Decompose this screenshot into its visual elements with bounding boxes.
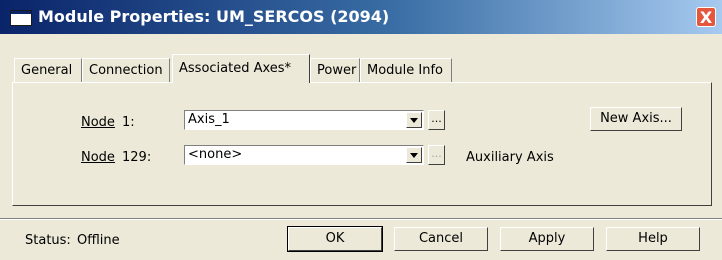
node-129-number: 129: — [122, 150, 152, 165]
cancel-button[interactable]: Cancel — [394, 227, 488, 251]
ok-button[interactable]: OK — [287, 226, 383, 252]
tab-module-info[interactable]: Module Info — [360, 58, 452, 82]
tab-connection[interactable]: Connection — [82, 58, 170, 82]
tab-power[interactable]: Power — [310, 58, 360, 82]
chevron-down-icon[interactable] — [406, 112, 422, 128]
node-129-label-word: Node — [81, 150, 115, 165]
title-bar[interactable]: Module Properties: UM_SERCOS (2094) X — [0, 0, 722, 34]
node-129-browse-button: ... — [428, 145, 445, 165]
close-button[interactable]: X — [696, 7, 716, 27]
footer-divider — [0, 218, 722, 220]
node-1-selected-value: Axis_1 — [188, 112, 230, 127]
node-1-browse-button[interactable]: ... — [428, 110, 445, 130]
status-label: Status: — [25, 233, 71, 248]
node-129-selected-value: <none> — [188, 147, 243, 162]
node-1-axis-select[interactable]: Axis_1 — [184, 110, 424, 130]
tab-general[interactable]: General — [14, 58, 82, 82]
node-129-axis-select[interactable]: <none> — [184, 145, 424, 165]
chevron-down-icon[interactable] — [406, 147, 422, 163]
new-axis-button[interactable]: New Axis... — [590, 107, 682, 131]
tab-associated-axes[interactable]: Associated Axes* — [172, 54, 310, 83]
tab-page-associated-axes — [12, 82, 712, 206]
status-value: Offline — [77, 233, 120, 248]
dialog-window: Module Properties: UM_SERCOS (2094) X Ge… — [0, 0, 722, 260]
help-button[interactable]: Help — [606, 227, 700, 251]
apply-button[interactable]: Apply — [500, 227, 594, 251]
node-1-number: 1: — [122, 115, 135, 130]
window-icon — [10, 10, 32, 26]
window-title: Module Properties: UM_SERCOS (2094) — [38, 7, 390, 26]
node-1-label-word: Node — [81, 115, 115, 130]
auxiliary-axis-label: Auxiliary Axis — [466, 150, 554, 165]
